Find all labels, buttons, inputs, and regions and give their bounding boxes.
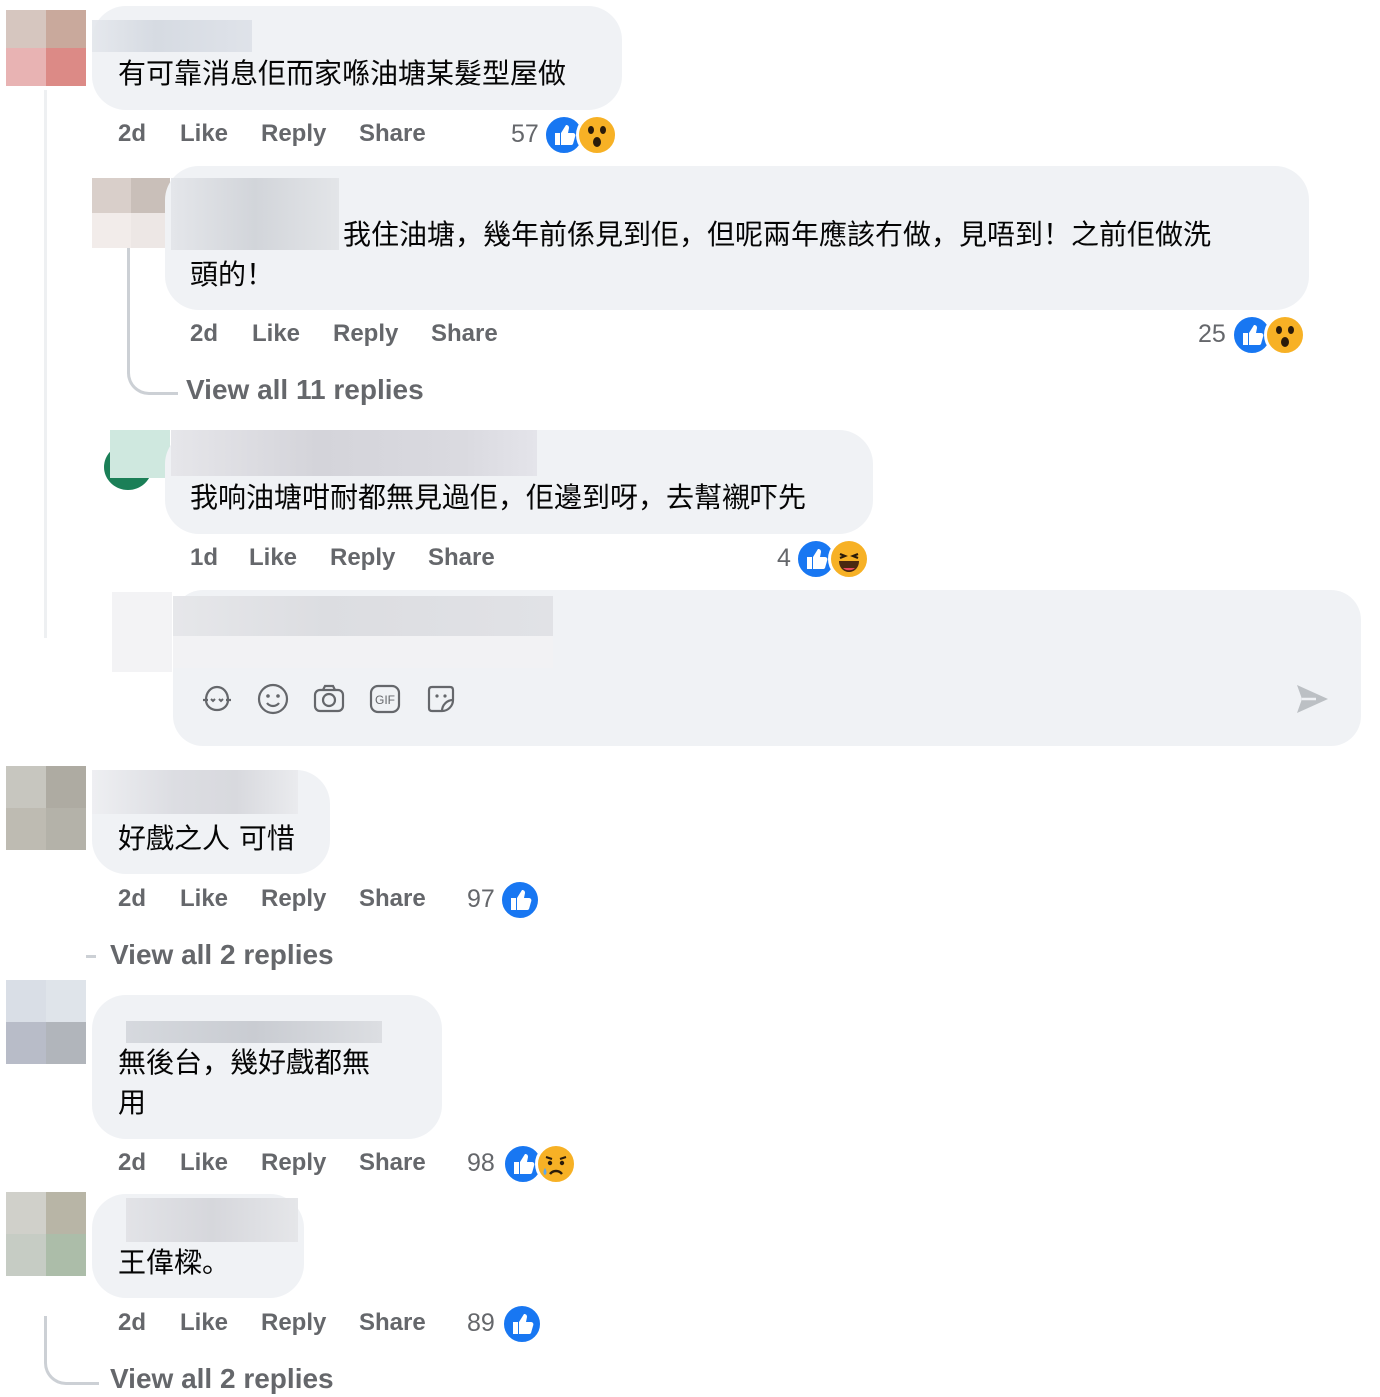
comment-text: 用 — [118, 1086, 147, 1119]
reaction-count[interactable]: 4 — [777, 544, 791, 573]
reaction-count[interactable]: 89 — [467, 1309, 495, 1338]
blurred-username — [171, 430, 537, 476]
avatar-sticker-icon[interactable] — [200, 682, 234, 721]
reply-button[interactable]: Reply — [261, 1149, 326, 1177]
avatar[interactable] — [6, 766, 86, 850]
send-icon[interactable] — [1294, 682, 1330, 721]
comment-text: 頭的！ — [190, 258, 275, 291]
gif-icon[interactable]: GIF — [368, 682, 402, 721]
sad-icon — [535, 1143, 577, 1185]
like-icon — [499, 879, 541, 921]
share-button[interactable]: Share — [359, 1149, 426, 1177]
gif-label: GIF — [375, 693, 395, 707]
comment-text: 王偉樑。 — [118, 1246, 231, 1279]
avatar-overlay — [110, 430, 170, 478]
share-button[interactable]: Share — [359, 1309, 426, 1337]
comment-time[interactable]: 2d — [118, 885, 146, 913]
emoji-icon[interactable] — [256, 682, 290, 721]
comment-composer[interactable] — [173, 590, 1361, 746]
blurred-username — [171, 178, 339, 250]
like-button[interactable]: Like — [180, 1309, 228, 1337]
reply-button[interactable]: Reply — [261, 120, 326, 148]
avatar[interactable] — [6, 1192, 86, 1276]
blurred-reply-prefill — [173, 596, 553, 636]
reply-button[interactable]: Reply — [330, 544, 395, 572]
comment-text: 無後台，幾好戲都無 — [118, 1046, 371, 1079]
like-button[interactable]: Like — [252, 320, 300, 348]
like-button[interactable]: Like — [180, 120, 228, 148]
wow-icon — [576, 114, 618, 156]
comment-time[interactable]: 2d — [118, 120, 146, 148]
haha-icon — [828, 538, 870, 580]
share-button[interactable]: Share — [359, 885, 426, 913]
view-replies-link[interactable]: View all 11 replies — [186, 374, 424, 406]
blurred-username — [92, 770, 298, 814]
comment-time[interactable]: 1d — [190, 544, 218, 572]
thread-connector — [86, 955, 96, 958]
comment-text: 有可靠消息佢而家喺油塘某髮型屋做 — [118, 57, 567, 90]
comment-text: 好戲之人 可惜 — [118, 822, 295, 855]
wow-icon — [1264, 314, 1306, 356]
reaction-count[interactable]: 97 — [467, 885, 495, 914]
sticker-icon[interactable] — [424, 682, 458, 721]
like-button[interactable]: Like — [180, 1149, 228, 1177]
comment-text: 我响油塘咁耐都無見過佢，佢邊到呀，去幫襯吓先 — [190, 481, 807, 514]
avatar[interactable] — [6, 10, 86, 86]
comment-time[interactable]: 2d — [118, 1149, 146, 1177]
comment-time[interactable]: 2d — [118, 1309, 146, 1337]
thread-connector — [44, 1316, 99, 1385]
blurred-username — [126, 1198, 298, 1242]
reaction-count[interactable]: 57 — [511, 120, 539, 149]
share-button[interactable]: Share — [431, 320, 498, 348]
camera-icon[interactable] — [312, 682, 346, 721]
thread-line — [44, 90, 47, 638]
like-button[interactable]: Like — [180, 885, 228, 913]
share-button[interactable]: Share — [428, 544, 495, 572]
view-replies-link[interactable]: View all 2 replies — [110, 1363, 334, 1395]
reply-button[interactable]: Reply — [333, 320, 398, 348]
reaction-count[interactable]: 25 — [1198, 320, 1226, 349]
reply-button[interactable]: Reply — [261, 1309, 326, 1337]
reply-button[interactable]: Reply — [261, 885, 326, 913]
view-replies-link[interactable]: View all 2 replies — [110, 939, 334, 971]
composer-avatar — [112, 592, 172, 672]
like-button[interactable]: Like — [249, 544, 297, 572]
avatar[interactable] — [92, 178, 170, 248]
reaction-count[interactable]: 98 — [467, 1149, 495, 1178]
blurred-username — [126, 1021, 382, 1043]
like-icon — [501, 1303, 543, 1345]
share-button[interactable]: Share — [359, 120, 426, 148]
avatar[interactable] — [6, 980, 86, 1064]
blurred-username — [92, 20, 252, 52]
comment-time[interactable]: 2d — [190, 320, 218, 348]
comment-text: 我住油塘，幾年前係見到佢，但呢兩年應該冇做，見唔到！之前佢做洗 — [343, 218, 1212, 251]
